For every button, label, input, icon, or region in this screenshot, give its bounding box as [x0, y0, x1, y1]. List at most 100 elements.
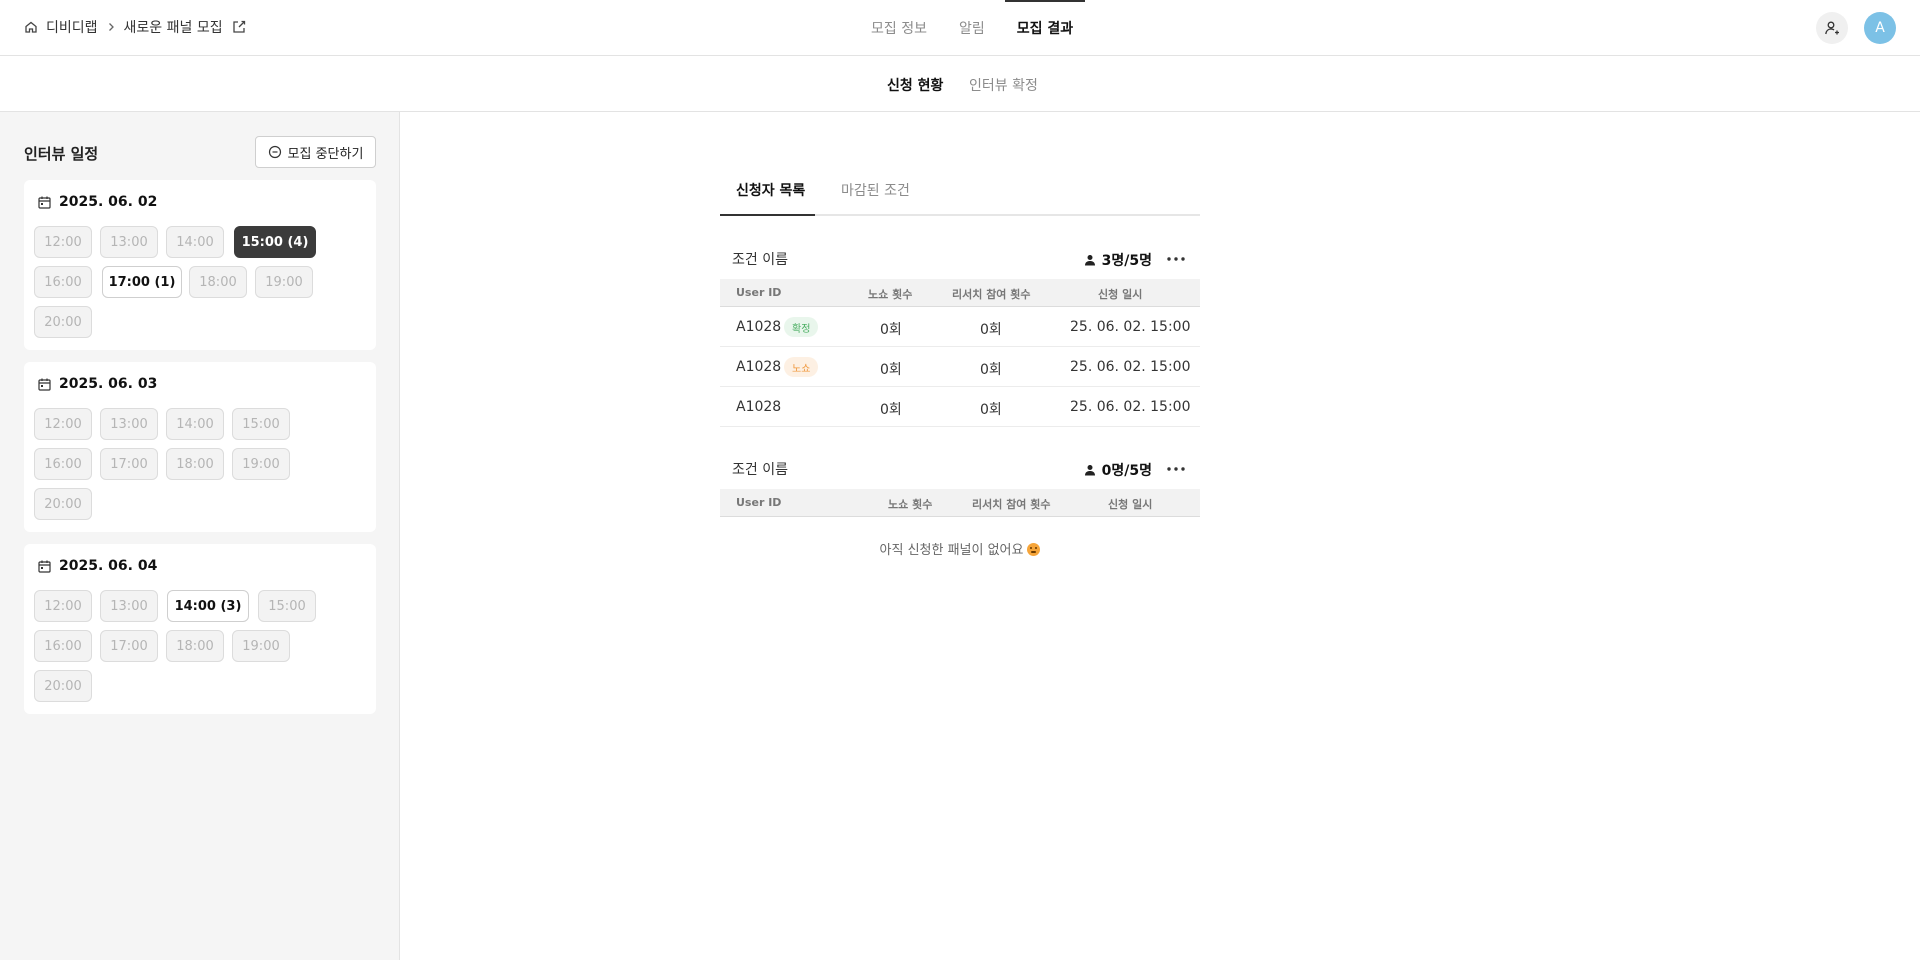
- table-row[interactable]: A1028 노쇼 0회 0회 25. 06. 02. 15:00: [720, 347, 1200, 387]
- person-icon: [1084, 465, 1095, 476]
- breadcrumb-workspace[interactable]: 디비디랩: [46, 17, 98, 37]
- time-slot-selected[interactable]: 15:00 (4): [234, 226, 316, 258]
- column-header: 리서치 참여 횟수: [972, 498, 1051, 511]
- time-slot: 13:00: [100, 226, 158, 258]
- day-header: 2025. 06. 03: [38, 376, 157, 392]
- time-slot[interactable]: 14:00 (3): [167, 590, 249, 622]
- tab-recruit-info[interactable]: 모집 정보: [855, 0, 943, 56]
- user-id: A1028: [736, 359, 782, 375]
- stop-recruitment-button[interactable]: 모집 중단하기: [255, 136, 376, 168]
- column-header: 노쇼 횟수: [888, 498, 933, 511]
- group-header: 조건 이름 3명/5명: [720, 239, 1200, 279]
- applied-at: 25. 06. 02. 15:00: [1070, 319, 1191, 335]
- day-card: 2025. 06. 02 12:00 13:00 14:00 15:00 (4)…: [24, 180, 376, 350]
- edit-icon[interactable]: [231, 19, 247, 35]
- research-count: 0회: [980, 402, 1002, 418]
- time-slot: 20:00: [34, 670, 92, 702]
- time-slot: 12:00: [34, 408, 92, 440]
- noshow-count: 0회: [880, 402, 902, 418]
- smile-emoji-icon: [1027, 543, 1041, 556]
- avatar[interactable]: A: [1864, 12, 1896, 44]
- time-slot: 15:00: [258, 590, 316, 622]
- user-id: A1028: [736, 319, 782, 335]
- column-header: 신청 일시: [1098, 288, 1143, 301]
- table-header: User ID 노쇼 횟수 리서치 참여 횟수 신청 일시: [720, 489, 1200, 517]
- time-slot: 15:00: [232, 408, 290, 440]
- time-slot: 19:00: [255, 266, 313, 298]
- chevron-right-icon: [106, 22, 116, 32]
- column-header: User ID: [736, 286, 782, 299]
- time-slot: 20:00: [34, 306, 92, 338]
- more-icon[interactable]: [1166, 249, 1186, 269]
- column-header: 신청 일시: [1108, 498, 1153, 511]
- top-nav: 모집 정보 알림 모집 결과: [855, 0, 1089, 56]
- status-badge: 노쇼: [784, 357, 819, 377]
- time-slot: 12:00: [34, 590, 92, 622]
- time-slot: 20:00: [34, 488, 92, 520]
- day-header: 2025. 06. 04: [38, 558, 157, 574]
- calendar-icon: [38, 560, 51, 573]
- add-user-button[interactable]: [1816, 12, 1848, 44]
- time-slot: 13:00: [100, 590, 158, 622]
- more-icon[interactable]: [1166, 459, 1186, 479]
- sub-nav: 신청 현황 인터뷰 확정: [0, 56, 1920, 112]
- time-slot: 19:00: [232, 448, 290, 480]
- column-header: User ID: [736, 496, 782, 509]
- user-add-icon: [1825, 21, 1839, 35]
- time-slot: 17:00: [100, 448, 158, 480]
- user-id: A1028: [736, 399, 782, 415]
- group-header: 조건 이름 0명/5명: [720, 449, 1200, 489]
- time-slot: 17:00: [100, 630, 158, 662]
- time-slot: 18:00: [166, 448, 224, 480]
- condition-group: 조건 이름 3명/5명 User ID 노쇼 횟수 리서치 참여 횟수 신청 일…: [720, 239, 1200, 427]
- breadcrumb-page: 새로운 패널 모집: [123, 20, 223, 36]
- home-icon[interactable]: [24, 20, 38, 34]
- time-slot: 16:00: [34, 448, 92, 480]
- subtab-interview-confirm[interactable]: 인터뷰 확정: [969, 75, 1038, 95]
- applied-at: 25. 06. 02. 15:00: [1070, 399, 1191, 415]
- time-slot: 18:00: [166, 630, 224, 662]
- calendar-icon: [38, 378, 51, 391]
- tab-applicant-list[interactable]: 신청자 목록: [736, 180, 805, 200]
- table-row[interactable]: A1028 확정 0회 0회 25. 06. 02. 15:00: [720, 307, 1200, 347]
- main-tab-underline: [720, 214, 815, 216]
- research-count: 0회: [980, 322, 1002, 338]
- sidebar-title: 인터뷰 일정: [24, 145, 99, 163]
- minus-circle-icon: [268, 145, 281, 159]
- tab-closed-conditions[interactable]: 마감된 조건: [841, 180, 910, 200]
- day-card: 2025. 06. 03 12:00 13:00 14:00 15:00 16:…: [24, 362, 376, 532]
- top-bar: 디비디랩 새로운 패널 모집 모집 정보 알림 모집 결과 A: [0, 0, 1920, 56]
- applicant-count-value: 3명/5명: [1101, 253, 1152, 269]
- condition-name: 조건 이름: [732, 252, 788, 268]
- tab-notifications[interactable]: 알림: [943, 0, 1001, 56]
- table-row[interactable]: A1028 0회 0회 25. 06. 02. 15:00: [720, 387, 1200, 427]
- calendar-icon: [38, 196, 51, 209]
- time-slot[interactable]: 17:00 (1): [102, 266, 182, 298]
- column-header: 노쇼 횟수: [868, 288, 913, 301]
- day-card: 2025. 06. 04 12:00 13:00 14:00 (3) 15:00…: [24, 544, 376, 714]
- time-slot: 12:00: [34, 226, 92, 258]
- main-tabs: 신청자 목록 마감된 조건: [720, 170, 1200, 216]
- day-header: 2025. 06. 02: [38, 194, 157, 210]
- tab-recruit-results[interactable]: 모집 결과: [1001, 0, 1089, 56]
- noshow-count: 0회: [880, 362, 902, 378]
- subtab-application-status[interactable]: 신청 현황: [887, 75, 943, 95]
- applicant-count: 3명/5명: [1084, 250, 1152, 270]
- noshow-count: 0회: [880, 322, 902, 338]
- person-icon: [1084, 255, 1095, 266]
- table-header: User ID 노쇼 횟수 리서치 참여 횟수 신청 일시: [720, 279, 1200, 307]
- day-date: 2025. 06. 04: [59, 558, 158, 574]
- condition-group: 조건 이름 0명/5명 User ID 노쇼 횟수 리서치 참여 횟수 신청 일…: [720, 449, 1200, 577]
- research-count: 0회: [980, 362, 1002, 378]
- time-slot: 14:00: [166, 226, 224, 258]
- time-slot: 13:00: [100, 408, 158, 440]
- time-slot: 14:00: [166, 408, 224, 440]
- time-slot: 19:00: [232, 630, 290, 662]
- day-date: 2025. 06. 02: [59, 194, 158, 210]
- breadcrumb: 디비디랩 새로운 패널 모집: [24, 17, 247, 37]
- applicant-count-value: 0명/5명: [1101, 463, 1152, 479]
- sidebar: 인터뷰 일정 모집 중단하기 2025. 06. 02 12:00 13:00 …: [0, 112, 400, 960]
- empty-message: 아직 신청한 패널이 없어요: [879, 543, 1024, 558]
- time-slot: 16:00: [34, 630, 92, 662]
- applicant-count: 0명/5명: [1084, 460, 1152, 480]
